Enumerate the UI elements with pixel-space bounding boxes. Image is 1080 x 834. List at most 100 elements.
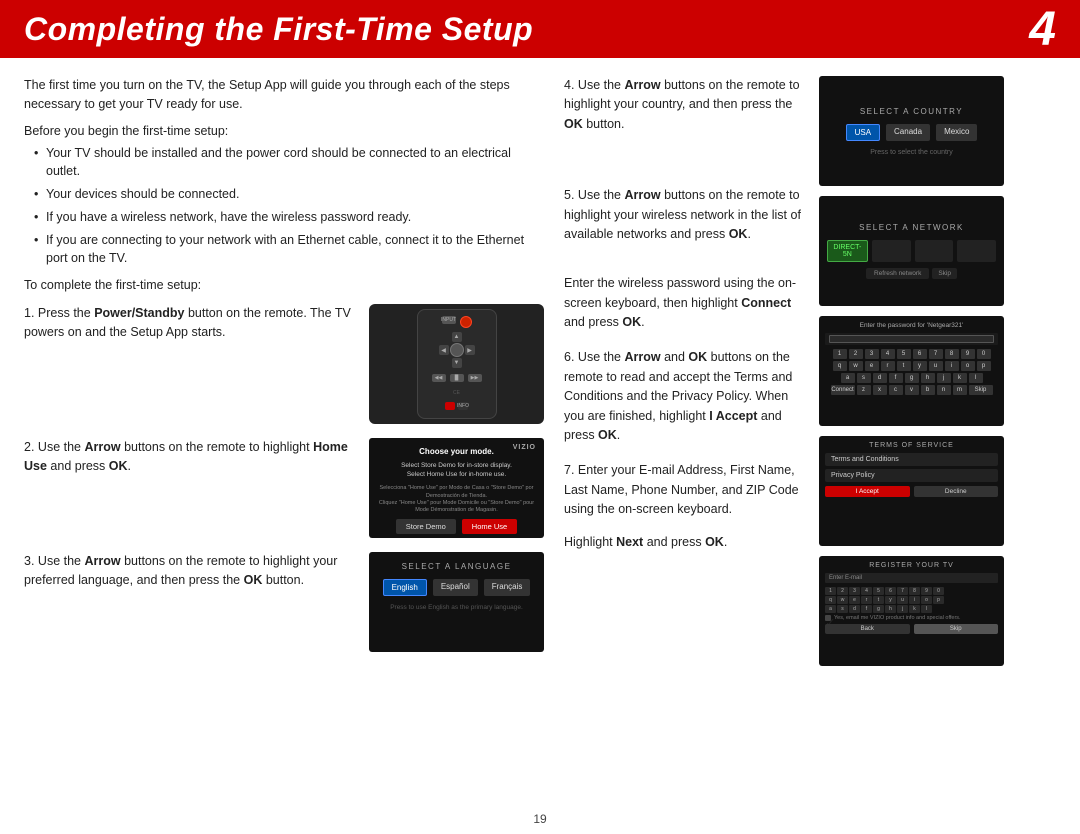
remote-body: INPUT ▲ ▼ ◀ ▶ ◀◀ ▐▌ ▶▶ CE [417,309,497,419]
rkey-a: a [825,605,836,613]
key-n: n [937,385,951,395]
key-w: w [849,361,863,371]
key-9: 9 [961,349,975,359]
rkey-4: 4 [861,587,872,595]
right-steps: 4. Use the Arrow buttons on the remote t… [564,76,805,794]
rkey-y: y [885,596,896,604]
step-5-arrow: Arrow [624,188,660,202]
step-2-ok: OK [109,459,128,473]
key-t: t [897,361,911,371]
page-footer: 19 [0,804,1080,834]
rkey-w: w [837,596,848,604]
list-item: If you have a wireless network, have the… [34,208,544,227]
lang-subtitle: Press to use English as the primary lang… [390,604,523,611]
step-7b-ok: OK [705,535,724,549]
key-2: 2 [849,349,863,359]
left-column: The first time you turn on the TV, the S… [24,76,544,794]
dpad-center [450,343,464,357]
transport-buttons: ◀◀ ▐▌ ▶▶ [432,374,482,382]
step-5-number: 5. [564,188,574,202]
dpad-left: ◀ [439,345,449,355]
remote-top-buttons: INPUT [442,316,472,328]
main-content: The first time you turn on the TV, the S… [0,58,1080,804]
remote-bottom-buttons: INFO [445,402,468,410]
english-btn: English [383,579,427,596]
homeuse-title: Choose your mode. [419,446,494,457]
key-l: l [969,373,983,383]
right-screen-images: SELECT A COUNTRY USA Canada Mexico Press… [819,76,1004,794]
rkey-2: 2 [837,587,848,595]
espanol-btn: Español [433,579,478,596]
step-2-number: 2. [24,440,34,454]
home-use-btn: Home Use [462,519,517,534]
step-6: 6. Use the Arrow and OK buttons on the r… [564,348,805,445]
keyboard-row-4: Connect z x c v b n m Skip [825,385,998,395]
step-4-arrow: Arrow [624,78,660,92]
step-7b: Highlight Next and press OK. [564,533,805,552]
step-2-arrow: Arrow [84,440,120,454]
step-6-number: 6. [564,350,574,364]
rkey-o: o [921,596,932,604]
register-screen: REGISTER YOUR TV Enter E-mail 1 2 3 4 5 … [819,556,1004,666]
register-bottom-buttons: Back Skip [825,624,998,634]
step-3-text: 3. Use the Arrow buttons on the remote t… [24,552,357,591]
network-item-4 [957,240,996,262]
step-4-number: 4. [564,78,574,92]
step-6-ok2: OK [598,428,617,442]
rkey-1: 1 [825,587,836,595]
key-k: k [953,373,967,383]
step-2-homeuse: Home Use [24,440,348,473]
terms-title: TERMS OF SERVICE [825,442,998,449]
register-checkbox: ✓ Yes, email me VIZIO product info and s… [825,615,998,621]
rkey-5: 5 [873,587,884,595]
key-o: o [961,361,975,371]
step-5-ok: OK [729,227,748,241]
checkbox-icon: ✓ [825,615,831,621]
network-item-3 [915,240,954,262]
homeuse-subtitle: Select Store Demo for in-store display. … [401,461,512,479]
select-country-title: SELECT A COUNTRY [860,107,963,116]
step-2-text: 2. Use the Arrow buttons on the remote t… [24,438,357,477]
rkey-8: 8 [909,587,920,595]
keyboard-row-2: q w e r t y u i o p [825,361,998,371]
rkey-k: k [909,605,920,613]
play-button: ▐▌ [450,374,464,382]
i-accept-btn: I Accept [825,486,910,497]
rkey-d: d [849,605,860,613]
rkey-u: u [897,596,908,604]
terms-screen: TERMS OF SERVICE Terms and Conditions Pr… [819,436,1004,546]
register-keyboard: 1 2 3 4 5 6 7 8 9 0 q w e [825,587,998,613]
rkey-i: i [909,596,920,604]
step-5b-ok: OK [622,315,641,329]
dpad-down: ▼ [452,358,462,368]
step-7-number: 7. [564,463,574,477]
input-button: INPUT [442,316,456,324]
reg-row-3: a s d f g h j k l [825,605,998,613]
register-skip-btn: Skip [914,624,999,634]
rkey-e: e [849,596,860,604]
key-r: r [881,361,895,371]
key-i: i [945,361,959,371]
terms-item-2: Privacy Policy [825,469,998,482]
step-1-number: 1. [24,306,34,320]
key-0: 0 [977,349,991,359]
rkey-9: 9 [921,587,932,595]
lang-title: SELECT A LANGUAGE [402,562,512,571]
step-3-ok: OK [244,573,263,587]
network-item-1: DIRECT-5N [827,240,868,262]
terms-item-1: Terms and Conditions [825,453,998,466]
terms-buttons: I Accept Decline [825,486,998,497]
remote-ce-label: CE [453,390,460,396]
step-1: 1. Press the Power/Standby button on the… [24,304,544,424]
rkey-f: f [861,605,872,613]
register-input-area: Enter E-mail [825,573,998,585]
dpad-up: ▲ [452,332,462,342]
rkey-p: p [933,596,944,604]
list-item: Your devices should be connected. [34,185,544,204]
step-1-bold1: Power/Standby [94,306,184,320]
rew-button: ◀◀ [432,374,446,382]
checkbox-label: Yes, email me VIZIO product info and spe… [834,615,961,621]
rkey-h: h [885,605,896,613]
network-list: DIRECT-5N [819,240,1004,262]
register-back-btn: Back [825,624,910,634]
